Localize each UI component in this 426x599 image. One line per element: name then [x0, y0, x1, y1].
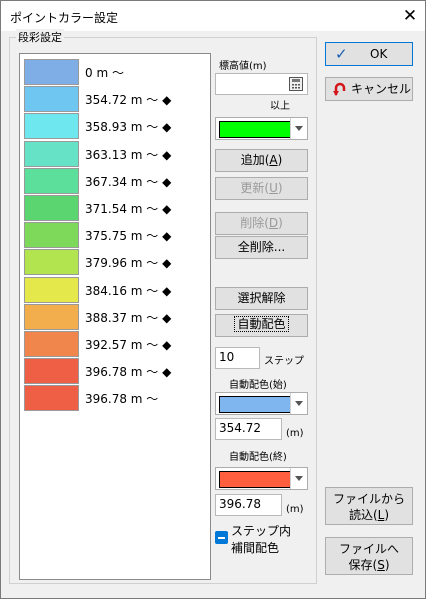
auto-end-input[interactable]: 396.78 [215, 494, 282, 516]
current-color-swatch [219, 121, 291, 138]
add-button[interactable]: 追加(A) [215, 149, 308, 172]
color-swatch [24, 249, 79, 276]
elevation-range-text: 367.34 m 〜 ◆ [85, 174, 172, 189]
list-item[interactable]: 379.96 m 〜 ◆ [24, 249, 204, 276]
title-bar: ポイントカラー設定 ✕ [1, 1, 425, 31]
elevation-range-text: 371.54 m 〜 ◆ [85, 202, 172, 216]
list-item[interactable]: 358.93 m 〜 ◆ [24, 113, 204, 140]
color-swatch [24, 276, 79, 303]
ok-button[interactable]: ✓ OK [325, 42, 413, 66]
elevation-range-text: 396.78 m 〜 ◆ [85, 365, 172, 380]
checkmark-icon: ✓ [335, 45, 348, 63]
auto-end-unit: (m) [286, 504, 304, 515]
delete-all-button[interactable]: 全削除... [215, 236, 308, 259]
color-swatch [24, 358, 79, 385]
deselect-button[interactable]: 選択解除 [215, 287, 308, 310]
auto-start-color-select[interactable] [215, 392, 308, 415]
chevron-down-icon[interactable] [290, 118, 307, 139]
list-item[interactable]: 363.13 m 〜 ◆ [24, 140, 204, 167]
chevron-down-icon[interactable] [290, 468, 307, 489]
auto-end-label: 自動配色(終) [229, 452, 287, 463]
elevation-range-text: 354.72 m 〜 ◆ [85, 93, 172, 108]
group-label: 段彩設定 [16, 29, 64, 45]
current-color-select[interactable] [215, 117, 308, 140]
list-item[interactable]: 392.57 m 〜 ◆ [24, 331, 204, 357]
list-item[interactable]: 384.16 m 〜 ◆ [24, 276, 204, 303]
list-item[interactable]: 396.78 m 〜 ◆ [24, 358, 204, 385]
color-swatch [24, 385, 79, 412]
update-button-label: 更新(U) [240, 181, 283, 195]
elevation-label: 標高値(m) [219, 61, 267, 72]
list-item[interactable]: 367.34 m 〜 ◆ [24, 167, 204, 194]
steps-label: ステップ [264, 356, 304, 367]
auto-color-button[interactable]: 自動配色 [215, 314, 308, 337]
interp-label: ステップ内 補間配色 [231, 524, 292, 555]
cancel-label: キャンセル [351, 82, 412, 96]
elevation-range-text: 358.93 m 〜 ◆ [85, 120, 172, 135]
load-button-label: ファイルから 読込(L) [332, 492, 405, 522]
calculator-icon[interactable] [289, 77, 303, 91]
ok-label: OK [370, 47, 388, 61]
color-swatch [24, 113, 79, 140]
update-button[interactable]: 更新(U) [215, 177, 308, 200]
elevation-range-text: 363.13 m 〜 ◆ [85, 147, 172, 162]
auto-start-label: 自動配色(始) [229, 380, 287, 391]
list-item[interactable]: 396.78 m 〜 [24, 385, 204, 412]
color-range-list[interactable]: 0 m 〜 354.72 m 〜 ◆ 358.93 m 〜 ◆ 363.13 m 〜 … [19, 53, 211, 580]
add-button-label: 追加(A) [240, 153, 283, 167]
auto-start-input[interactable]: 354.72 [215, 418, 282, 440]
color-swatch [24, 303, 79, 330]
color-swatch [24, 195, 79, 221]
list-item[interactable]: 371.54 m 〜 ◆ [24, 195, 204, 221]
color-swatch [24, 140, 79, 167]
undo-arrow-icon [332, 81, 348, 104]
chevron-down-icon[interactable] [290, 393, 307, 414]
auto-start-swatch [219, 396, 291, 413]
delete-button-label: 削除(D) [240, 216, 283, 230]
color-swatch [24, 86, 79, 113]
elevation-range-text: 392.57 m 〜 ◆ [85, 338, 172, 352]
list-item[interactable]: 388.37 m 〜 ◆ [24, 303, 204, 330]
cancel-button[interactable]: キャンセル [325, 77, 413, 101]
auto-start-unit: (m) [286, 428, 304, 439]
auto-color-label: 自動配色 [234, 316, 289, 332]
steps-input[interactable]: 10 [215, 347, 260, 369]
save-button-label: ファイルへ 保存(S) [338, 542, 399, 572]
save-file-button[interactable]: ファイルへ 保存(S) [325, 537, 413, 575]
elevation-range-text: 0 m 〜 [85, 66, 124, 80]
list-item[interactable]: 375.75 m 〜 ◆ [24, 222, 204, 249]
color-swatch [24, 167, 79, 194]
elevation-range-text: 384.16 m 〜 ◆ [85, 283, 172, 298]
color-swatch [24, 331, 79, 357]
elevation-range-text: 388.37 m 〜 ◆ [85, 310, 172, 325]
elevation-range-text: 379.96 m 〜 ◆ [85, 256, 172, 271]
color-swatch [24, 222, 79, 249]
close-icon[interactable]: ✕ [398, 4, 422, 28]
elevation-range-text: 396.78 m 〜 [85, 392, 159, 407]
auto-end-swatch [219, 471, 291, 488]
interp-checkbox[interactable] [215, 531, 228, 544]
window-title: ポイントカラー設定 [10, 11, 119, 25]
color-swatch [24, 59, 79, 85]
list-item[interactable]: 354.72 m 〜 ◆ [24, 86, 204, 113]
load-file-button[interactable]: ファイルから 読込(L) [325, 487, 413, 525]
list-item[interactable]: 0 m 〜 [24, 59, 204, 85]
elevation-range-text: 375.75 m 〜 ◆ [85, 229, 172, 244]
delete-button[interactable]: 削除(D) [215, 212, 308, 235]
elevation-suffix: 以上 [270, 101, 290, 112]
auto-end-color-select[interactable] [215, 467, 308, 490]
